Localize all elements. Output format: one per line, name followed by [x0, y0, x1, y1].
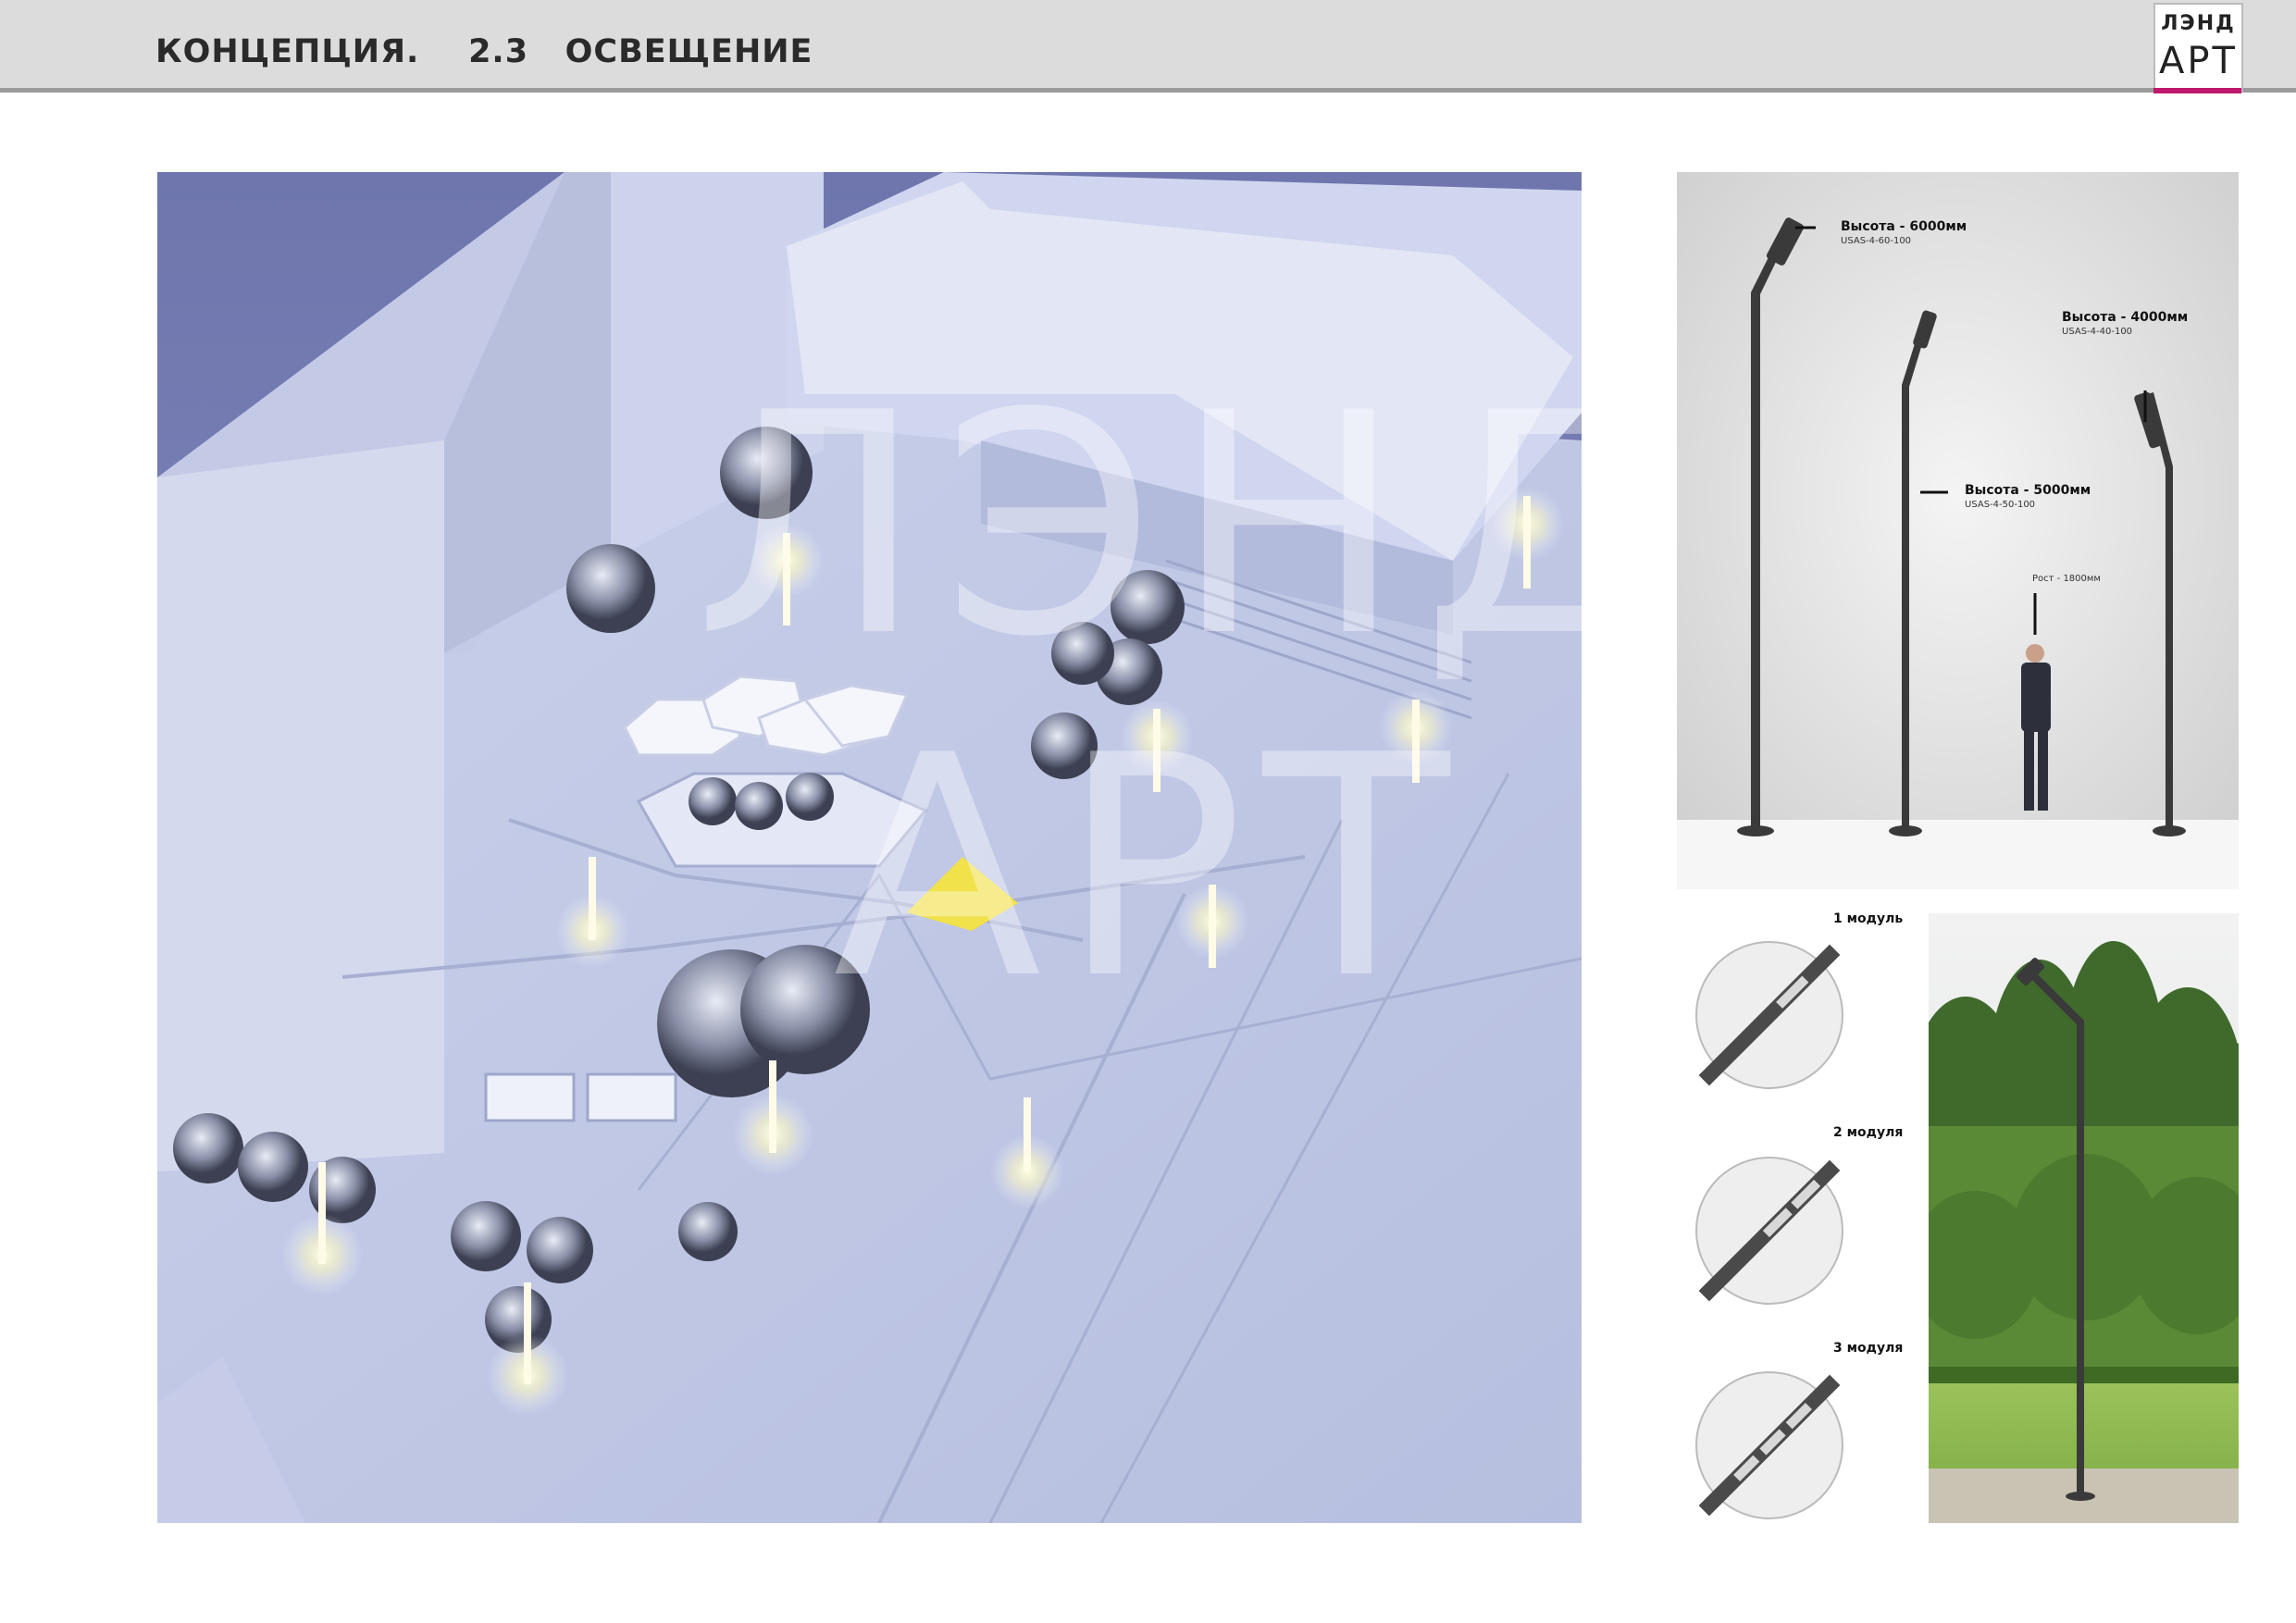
- page-title: КОНЦЕПЦИЯ. 2.3 ОСВЕЩЕНИЕ: [155, 33, 813, 70]
- pole-heights-diagram: Высота - 6000мм USAS-4-60-100 Высота - 5…: [1677, 172, 2239, 889]
- pole-code-4000: USAS-4-40-100: [2062, 327, 2133, 337]
- pole-height-label-4000: Высота - 4000мм: [2062, 310, 2189, 325]
- module-label-2: 2 модуля: [1833, 1125, 1904, 1140]
- logo-accent-bar: [2153, 88, 2241, 93]
- watermark-top: ЛЭНД: [694, 348, 1582, 703]
- pole-height-label-6000: Высота - 6000мм: [1841, 219, 1967, 234]
- logo-top-text: ЛЭНД: [2161, 12, 2236, 35]
- module-2-image: [1695, 1157, 1843, 1305]
- poles-illustration: [1677, 172, 2239, 889]
- module-label-3: 3 модуля: [1833, 1341, 1904, 1356]
- park-photo-illustration: [1929, 913, 2239, 1523]
- pole-park-photo: [1929, 913, 2239, 1523]
- watermark-bottom: АРТ: [833, 690, 1469, 1046]
- company-logo: ЛЭНД АРТ: [2153, 3, 2243, 92]
- pole-height-label-5000: Высота - 5000мм: [1965, 483, 2091, 498]
- header-divider: [0, 88, 2296, 93]
- module-label-1: 1 модуль: [1833, 911, 1904, 926]
- module-1-image: [1695, 941, 1843, 1089]
- pole-code-6000: USAS-4-60-100: [1841, 236, 1912, 246]
- person-height-label: Рост - 1800мм: [2032, 574, 2101, 584]
- pole-code-5000: USAS-4-50-100: [1965, 500, 2036, 510]
- lighting-render-image: ЛЭНД АРТ: [157, 172, 1582, 1523]
- module-3-image: [1695, 1371, 1843, 1519]
- logo-bottom-text: АРТ: [2159, 40, 2238, 82]
